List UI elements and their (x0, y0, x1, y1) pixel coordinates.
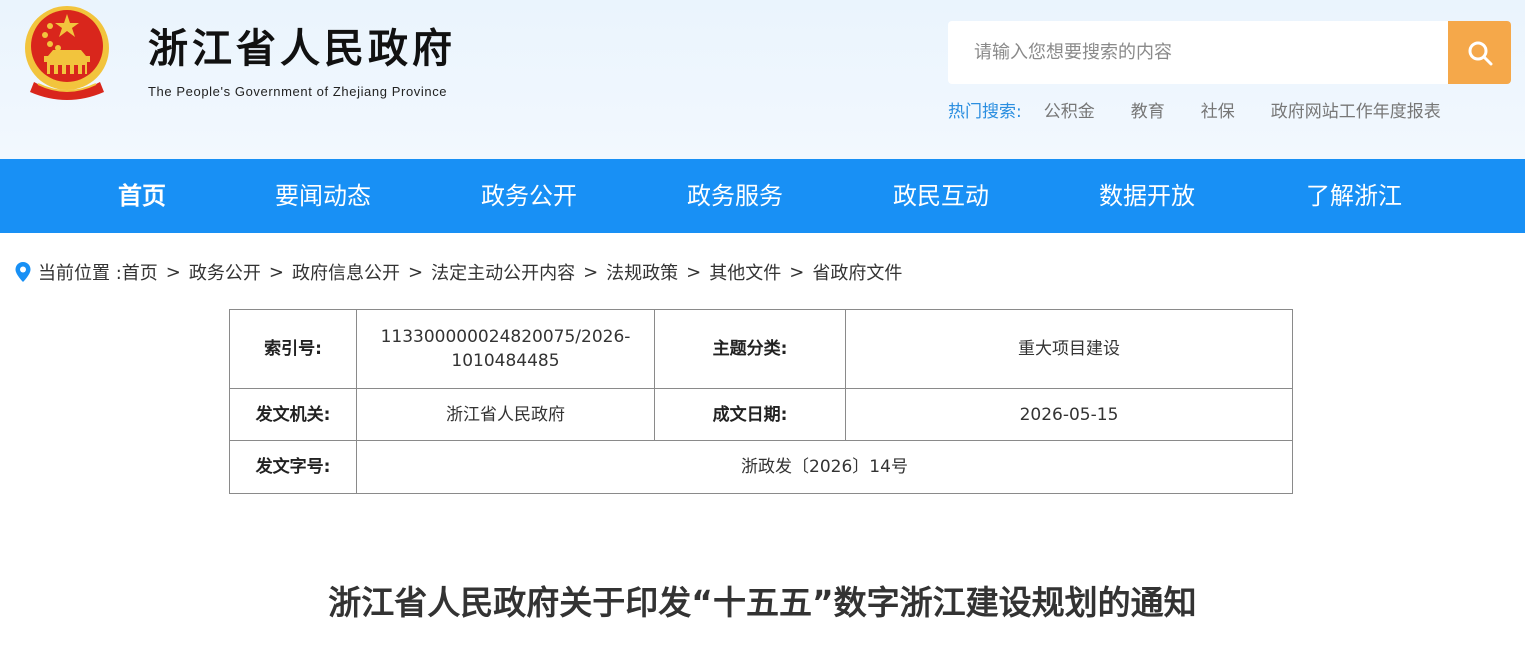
nav-item-interaction[interactable]: 政民互动 (893, 159, 989, 233)
site-subtitle: The People's Government of Zhejiang Prov… (148, 84, 448, 99)
document-info-table: 索引号: 113300000024820075/2026- 1010484485… (229, 309, 1293, 494)
national-emblem-icon[interactable] (20, 4, 114, 104)
breadcrumb-info-disclosure[interactable]: 政府信息公开 (292, 259, 400, 285)
hot-search-link-social-security[interactable]: 社保 (1201, 97, 1235, 122)
site-header: 浙江省人民政府 The People's Government of Zheji… (0, 0, 1525, 159)
date-value: 2026-05-15 (845, 388, 1293, 441)
hot-search: 热门搜索: 公积金 教育 社保 政府网站工作年度报表 (948, 97, 1477, 122)
date-label: 成文日期: (654, 388, 846, 441)
breadcrumb-separator: > (165, 261, 181, 283)
breadcrumb-regulations[interactable]: 法规政策 (606, 259, 678, 285)
breadcrumb: 当前位置 : 首页 > 政务公开 > 政府信息公开 > 法定主动公开内容 > 法… (14, 259, 902, 285)
hot-search-link-education[interactable]: 教育 (1131, 97, 1165, 122)
index-number-line-1: 113300000024820075/2026- (380, 327, 631, 347)
document-number-value: 浙政发〔2026〕14号 (356, 440, 1293, 494)
index-number-value: 113300000024820075/2026- 1010484485 (356, 309, 655, 389)
breadcrumb-separator: > (583, 261, 599, 283)
breadcrumb-other-files[interactable]: 其他文件 (709, 259, 781, 285)
breadcrumb-prefix: 当前位置 : (38, 263, 122, 284)
hot-search-label: 热门搜索: (948, 102, 1022, 122)
nav-item-gov-affairs[interactable]: 政务公开 (481, 159, 577, 233)
breadcrumb-gov-affairs[interactable]: 政务公开 (189, 259, 261, 285)
breadcrumb-home[interactable]: 首页 (122, 259, 158, 285)
nav-item-open-data[interactable]: 数据开放 (1099, 159, 1195, 233)
search-button[interactable] (1448, 21, 1511, 84)
search-box (948, 21, 1511, 84)
search-input[interactable] (948, 21, 1448, 84)
document-title: 浙江省人民政府关于印发“十五五”数字浙江建设规划的通知 (328, 583, 1197, 622)
topic-label: 主题分类: (654, 309, 846, 389)
nav-item-home[interactable]: 首页 (118, 159, 166, 233)
table-row: 发文字号: 浙政发〔2026〕14号 (229, 440, 1293, 494)
search-icon (1468, 41, 1492, 65)
topic-value: 重大项目建设 (845, 309, 1293, 389)
nav-item-about-zhejiang[interactable]: 了解浙江 (1306, 159, 1402, 233)
hot-search-link-housing-fund[interactable]: 公积金 (1044, 97, 1095, 122)
table-row: 索引号: 113300000024820075/2026- 1010484485… (229, 309, 1293, 389)
nav-item-news[interactable]: 要闻动态 (275, 159, 371, 233)
document-number-label: 发文字号: (229, 440, 357, 494)
site-title[interactable]: 浙江省人民政府 (148, 16, 456, 74)
index-number-label: 索引号: (229, 309, 357, 389)
table-row: 发文机关: 浙江省人民政府 成文日期: 2026-05-15 (229, 388, 1293, 441)
breadcrumb-provincial-files[interactable]: 省政府文件 (812, 259, 902, 285)
index-number-line-2: 1010484485 (451, 351, 560, 371)
breadcrumb-separator: > (686, 261, 702, 283)
main-nav: 首页 要闻动态 政务公开 政务服务 政民互动 数据开放 了解浙江 (0, 159, 1525, 233)
nav-item-gov-services[interactable]: 政务服务 (687, 159, 783, 233)
breadcrumb-separator: > (789, 261, 805, 283)
breadcrumb-separator: > (407, 261, 424, 283)
issuer-label: 发文机关: (229, 388, 357, 441)
hot-search-link-annual-report[interactable]: 政府网站工作年度报表 (1271, 97, 1441, 122)
breadcrumb-statutory-content[interactable]: 法定主动公开内容 (431, 259, 575, 285)
breadcrumb-separator: > (268, 261, 284, 283)
location-pin-icon (15, 262, 31, 282)
issuer-value: 浙江省人民政府 (356, 388, 655, 441)
